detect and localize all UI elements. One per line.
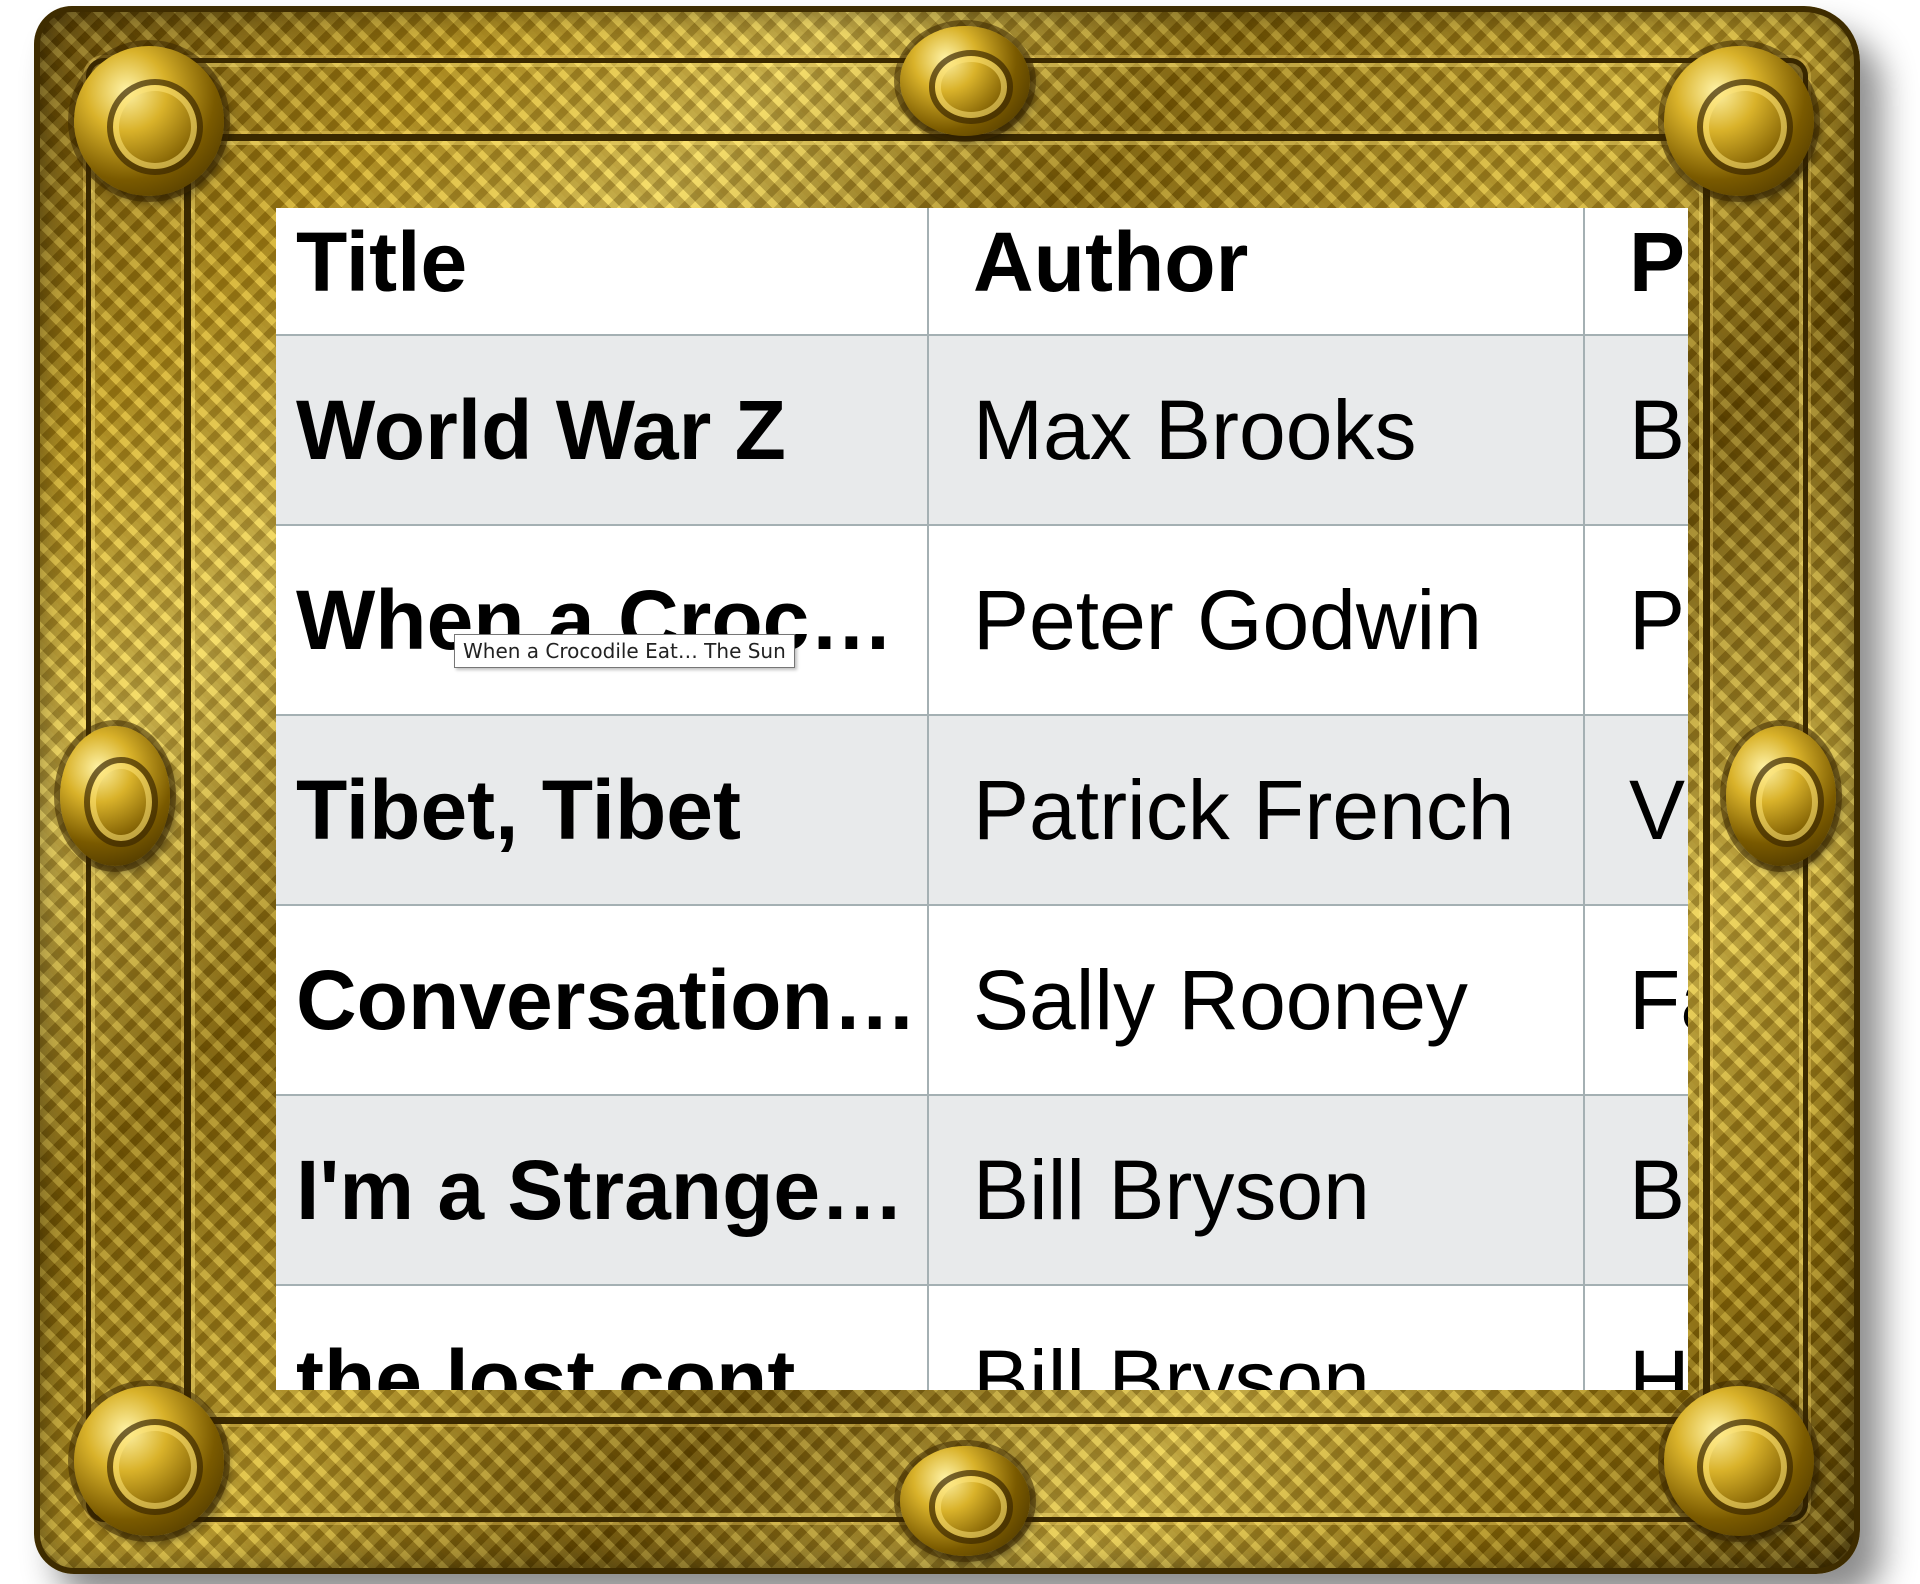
publisher-cell[interactable]: V (1584, 715, 1688, 906)
title-cell[interactable]: the lost cont (276, 1285, 929, 1390)
publisher-cell[interactable]: B (1584, 1095, 1688, 1286)
author-cell[interactable]: Bill Bryson (928, 1095, 1585, 1286)
frame-ornament-bottom-center (900, 1446, 1030, 1556)
frame-ornament-right-center (1726, 726, 1836, 866)
frame-ornament-left-center (60, 726, 170, 866)
author-cell[interactable]: Sally Rooney (928, 905, 1585, 1096)
title-cell[interactable]: I'm a Stranger Here Myself (276, 1095, 929, 1286)
title-tooltip: When a Crocodile Eat… The Sun (454, 634, 795, 668)
table-row[interactable]: World War Z Max Brooks B (276, 335, 1688, 526)
table-row[interactable]: Tibet, Tibet Patrick French V (276, 715, 1688, 906)
column-header-publisher[interactable]: P (1584, 208, 1688, 336)
table-row[interactable]: the lost cont Bill Bryson H (276, 1285, 1688, 1390)
author-cell[interactable]: Peter Godwin (928, 525, 1585, 716)
publisher-cell[interactable]: P (1584, 525, 1688, 716)
table-header-row: Title Author P (276, 208, 1688, 336)
table-row[interactable]: When a Crocodile Eats The Sun Peter Godw… (276, 525, 1688, 716)
table-row[interactable]: Conversations with Friends Sally Rooney … (276, 905, 1688, 1096)
frame-ornament-top-center (900, 26, 1030, 136)
frame-ornament-bottom-left (74, 1386, 224, 1536)
publisher-cell[interactable]: B (1584, 335, 1688, 526)
publisher-cell[interactable]: H (1584, 1285, 1688, 1390)
frame-ornament-top-right (1664, 46, 1814, 196)
books-table: Title Author P World War Z Max Brooks B … (276, 208, 1688, 1390)
title-cell[interactable]: Tibet, Tibet (276, 715, 929, 906)
title-cell[interactable]: When a Crocodile Eats The Sun (276, 525, 929, 716)
frame-ornament-bottom-right (1664, 1386, 1814, 1536)
author-cell[interactable]: Patrick French (928, 715, 1585, 906)
books-table-viewport[interactable]: Title Author P World War Z Max Brooks B … (276, 208, 1688, 1390)
table-row[interactable]: I'm a Stranger Here Myself Bill Bryson B (276, 1095, 1688, 1286)
title-cell[interactable]: Conversations with Friends (276, 905, 929, 1096)
author-cell[interactable]: Max Brooks (928, 335, 1585, 526)
stage: Title Author P World War Z Max Brooks B … (0, 0, 1920, 1584)
column-header-author[interactable]: Author (928, 208, 1585, 336)
column-header-title[interactable]: Title (276, 208, 929, 336)
frame-ornament-top-left (74, 46, 224, 196)
title-cell[interactable]: World War Z (276, 335, 929, 526)
author-cell[interactable]: Bill Bryson (928, 1285, 1585, 1390)
publisher-cell[interactable]: Fa (1584, 905, 1688, 1096)
